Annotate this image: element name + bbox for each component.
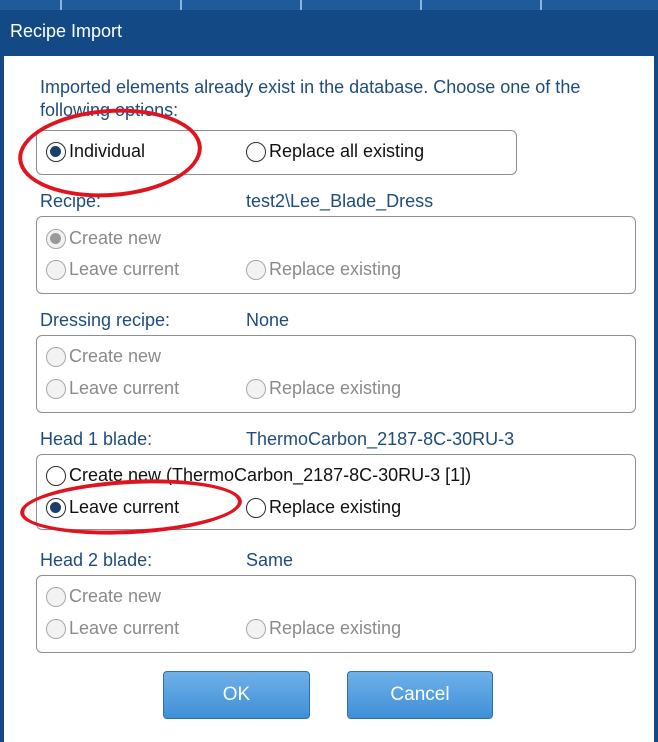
ok-button[interactable]: OK xyxy=(163,671,310,719)
recipe-value: test2\Lee_Blade_Dress xyxy=(246,191,434,211)
ok-button-label: OK xyxy=(222,684,251,705)
dressing-recipe-value: None xyxy=(246,310,290,330)
cancel-button[interactable]: Cancel xyxy=(347,671,493,719)
head1-blade-value: ThermoCarbon_2187-8C-30RU-3 xyxy=(246,429,515,449)
radio-unselected-icon xyxy=(46,465,66,486)
recipe-replace-existing-label: Replace existing xyxy=(269,259,402,279)
radio-replace-all-existing[interactable]: Replace all existing xyxy=(246,141,424,162)
radio-unselected-icon xyxy=(46,259,66,280)
radio-unselected-icon xyxy=(46,378,66,399)
radio-individual-label: Individual xyxy=(69,141,146,161)
radio-selected-icon xyxy=(46,228,66,249)
dialog-right-border xyxy=(654,56,658,742)
head1-create-new-radio[interactable]: Create new (ThermoCarbon_2187-8C-30RU-3 … xyxy=(46,465,471,486)
head2-leave-current-label: Leave current xyxy=(69,618,180,638)
radio-unselected-icon xyxy=(46,586,66,607)
recipe-leave-current-radio[interactable]: Leave current xyxy=(46,259,179,280)
dressing-create-new-label: Create new xyxy=(69,346,162,366)
dialog-title: Recipe Import xyxy=(10,21,123,41)
dressing-replace-existing-label: Replace existing xyxy=(269,378,402,398)
head2-blade-value: Same xyxy=(246,550,294,570)
recipe-create-new-radio[interactable]: Create new xyxy=(46,228,161,249)
head1-leave-current-radio[interactable]: Leave current xyxy=(46,497,179,518)
radio-individual[interactable]: Individual xyxy=(46,141,145,162)
dialog-left-border xyxy=(0,56,4,742)
radio-selected-icon xyxy=(46,141,66,162)
dialog-title-bar[interactable]: Recipe Import xyxy=(0,10,658,56)
radio-unselected-icon xyxy=(46,618,66,639)
radio-unselected-icon xyxy=(46,346,66,367)
recipe-create-new-label: Create new xyxy=(69,228,162,248)
head2-blade-label: Head 2 blade: xyxy=(40,550,153,570)
radio-unselected-icon xyxy=(246,141,266,162)
dialog-message: Imported elements already exist in the d… xyxy=(40,77,581,120)
recipe-leave-current-label: Leave current xyxy=(69,259,180,279)
dressing-leave-current-radio[interactable]: Leave current xyxy=(46,378,179,399)
head1-create-new-label: Create new (ThermoCarbon_2187-8C-30RU-3 … xyxy=(69,465,472,485)
recipe-replace-existing-radio[interactable]: Replace existing xyxy=(246,259,401,280)
radio-unselected-icon xyxy=(246,378,266,399)
head1-replace-existing-radio[interactable]: Replace existing xyxy=(246,497,401,518)
radio-unselected-icon xyxy=(246,618,266,639)
head1-blade-label: Head 1 blade: xyxy=(40,429,153,449)
head2-create-new-label: Create new xyxy=(69,586,162,606)
head2-leave-current-radio[interactable]: Leave current xyxy=(46,618,179,639)
radio-unselected-icon xyxy=(246,259,266,280)
head1-leave-current-label: Leave current xyxy=(69,497,180,517)
head2-replace-existing-label: Replace existing xyxy=(269,618,402,638)
head1-replace-existing-label: Replace existing xyxy=(269,497,402,517)
dressing-replace-existing-radio[interactable]: Replace existing xyxy=(246,378,401,399)
radio-replace-all-label: Replace all existing xyxy=(269,141,425,161)
head2-replace-existing-radio[interactable]: Replace existing xyxy=(246,618,401,639)
cancel-button-label: Cancel xyxy=(390,684,450,705)
head2-create-new-radio[interactable]: Create new xyxy=(46,586,161,607)
radio-selected-icon xyxy=(46,497,66,518)
dressing-create-new-radio[interactable]: Create new xyxy=(46,346,161,367)
dressing-leave-current-label: Leave current xyxy=(69,378,180,398)
dressing-recipe-label: Dressing recipe: xyxy=(40,310,171,330)
radio-unselected-icon xyxy=(246,497,266,518)
recipe-label: Recipe: xyxy=(40,191,102,211)
